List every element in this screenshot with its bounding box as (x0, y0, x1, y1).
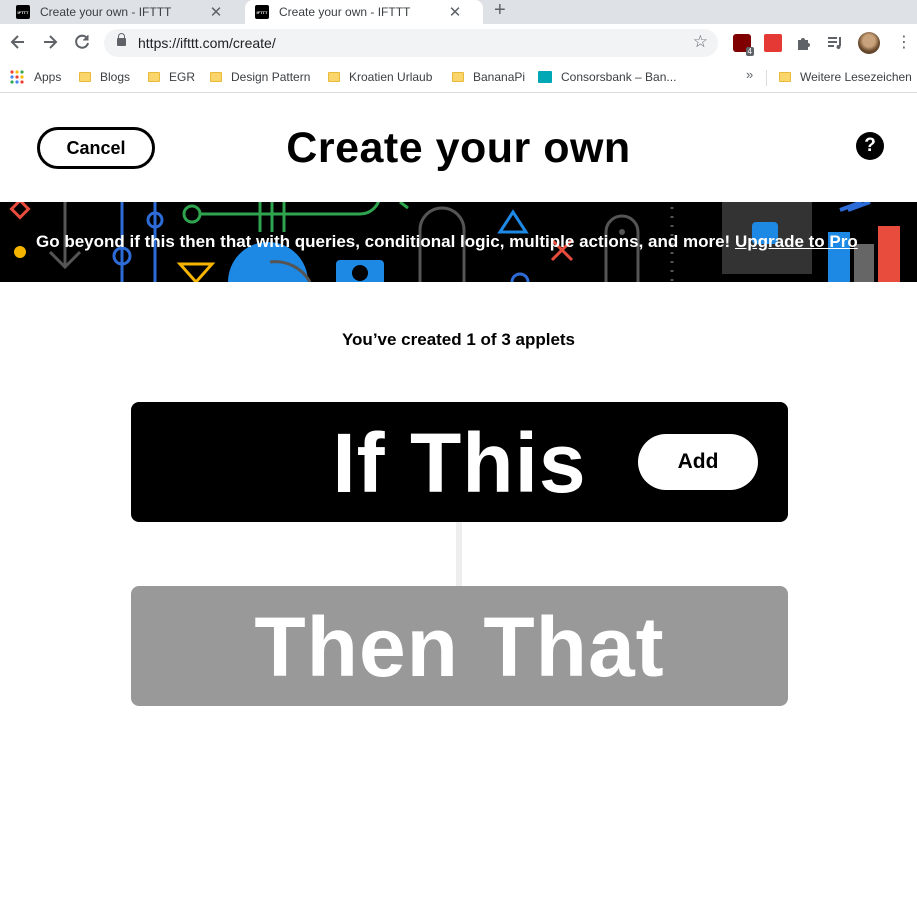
then-that-label: Then That (254, 600, 665, 694)
ifttt-favicon-icon: IFTTT (255, 5, 269, 19)
tab-close-icon[interactable]: ✕ (447, 3, 463, 21)
page-title: Create your own (286, 124, 631, 172)
if-this-trigger-block[interactable]: If This Add (131, 402, 788, 522)
browser-toolbar: https://ifttt.com/create/ ☆ 4 ⋮ (0, 24, 917, 62)
apps-grid-icon (10, 70, 24, 84)
bookmark-label: EGR (169, 70, 196, 84)
back-arrow-icon[interactable] (8, 32, 28, 52)
tab-strip: IFTTT Create your own - IFTTT ✕ IFTTT Cr… (0, 0, 917, 24)
browser-tab-2-active[interactable]: IFTTT Create your own - IFTTT ✕ (245, 0, 483, 24)
help-icon[interactable]: ? (856, 132, 884, 160)
bookmark-egr[interactable]: EGR (148, 68, 195, 86)
extensions-puzzle-icon[interactable] (795, 34, 813, 52)
ifttt-favicon-icon: IFTTT (16, 5, 30, 19)
profile-avatar[interactable] (858, 32, 880, 54)
applet-count-text: You’ve created 1 of 3 applets (341, 330, 576, 349)
new-tab-button[interactable]: + (494, 0, 506, 24)
bookmark-label: Design Pattern (231, 70, 311, 84)
browser-menu-icon[interactable]: ⋮ (896, 32, 912, 52)
tab-close-icon[interactable]: ✕ (208, 3, 224, 21)
folder-icon (452, 72, 464, 82)
bookmark-other[interactable]: Weitere Lesezeichen (779, 68, 912, 86)
media-control-icon[interactable] (826, 34, 844, 52)
folder-icon (148, 72, 160, 82)
bookmark-label: Apps (34, 70, 62, 84)
bookmark-consorsbank[interactable]: Consorsbank – Ban... (538, 68, 676, 86)
bookmark-label: BananaPi (473, 70, 526, 84)
lock-icon[interactable] (117, 33, 126, 46)
window-controls (797, 0, 917, 6)
upgrade-to-pro-link[interactable]: Upgrade to Pro (735, 232, 858, 251)
add-trigger-button[interactable]: Add (638, 434, 758, 490)
folder-icon (779, 72, 791, 82)
pro-upgrade-banner: Go beyond if this then that with queries… (0, 202, 917, 282)
bookmark-label: Blogs (100, 70, 131, 84)
red-extension-icon[interactable] (764, 34, 782, 52)
then-that-action-block: Then That (131, 586, 788, 706)
banner-text: Go beyond if this then that with queries… (36, 232, 731, 251)
reload-icon[interactable] (72, 32, 92, 52)
bookmarks-bar: Apps Blogs EGR Design Pattern Kroatien U… (0, 62, 917, 93)
bookmark-label: Consorsbank – Ban... (561, 70, 677, 84)
bookmark-star-icon[interactable]: ☆ (693, 32, 708, 52)
banner-message: Go beyond if this then that with queries… (36, 232, 858, 252)
bookmark-bananapi[interactable]: BananaPi (452, 68, 525, 86)
bookmark-design-pattern[interactable]: Design Pattern (210, 68, 310, 86)
browser-tab-1[interactable]: IFTTT Create your own - IFTTT ✕ (16, 0, 242, 24)
bookmark-blogs[interactable]: Blogs (79, 68, 130, 86)
folder-icon (79, 72, 91, 82)
forward-arrow-icon[interactable] (40, 32, 60, 52)
address-bar[interactable]: https://ifttt.com/create/ ☆ (104, 29, 718, 57)
folder-icon (328, 72, 340, 82)
step-connector-line (456, 522, 462, 586)
consorsbank-icon (538, 71, 552, 83)
bookmark-apps[interactable]: Apps (10, 68, 61, 86)
tab-title: Create your own - IFTTT (40, 5, 172, 19)
more-bookmarks-icon[interactable]: » (746, 67, 753, 82)
tab-title: Create your own - IFTTT (279, 5, 411, 19)
bookmark-divider (766, 70, 767, 86)
folder-icon (210, 72, 222, 82)
bookmark-label: Weitere Lesezeichen (800, 70, 912, 84)
bookmark-kroatien-urlaub[interactable]: Kroatien Urlaub (328, 68, 432, 86)
ublock-extension-icon[interactable]: 4 (733, 34, 754, 56)
url-text[interactable]: https://ifttt.com/create/ (138, 35, 276, 51)
bookmark-label: Kroatien Urlaub (349, 70, 433, 84)
extension-badge: 4 (745, 47, 754, 56)
